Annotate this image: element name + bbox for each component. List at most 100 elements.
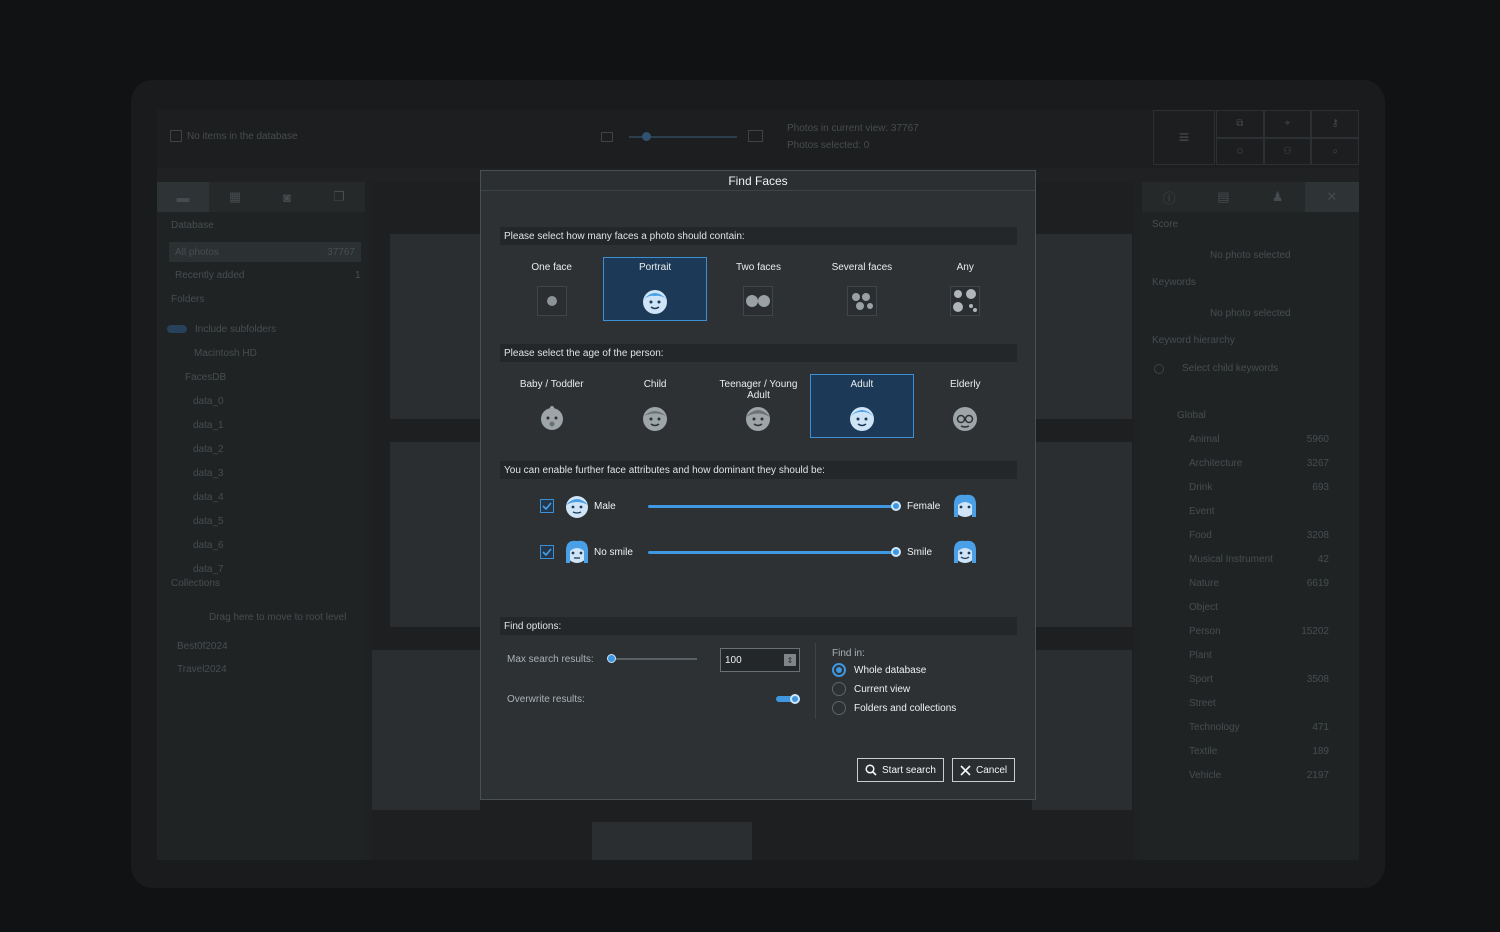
thumbnail[interactable] <box>390 234 480 419</box>
max-results-slider-track[interactable] <box>611 658 697 660</box>
whole-database-radio[interactable] <box>832 663 846 677</box>
zoom-knob[interactable] <box>642 132 651 141</box>
no-items-text: No items in the database <box>187 131 298 142</box>
keyword-item[interactable]: Nature <box>1189 578 1219 589</box>
edit-panel-button[interactable]: ≡ <box>1153 110 1215 165</box>
keyword-item[interactable]: Person <box>1189 626 1221 637</box>
folders-collections-radio[interactable] <box>832 701 846 715</box>
gender-slider-knob[interactable] <box>891 501 901 511</box>
max-results-input[interactable]: 100 ⇕ <box>720 648 800 672</box>
option-any[interactable]: Any <box>914 257 1017 321</box>
subfolder-item[interactable]: data_7 <box>193 564 224 575</box>
search-icon[interactable]: ⌕ <box>1311 137 1359 165</box>
option-two-faces[interactable]: Two faces <box>707 257 810 321</box>
location-icon[interactable]: ⌖ <box>1263 110 1312 138</box>
thumbnail[interactable] <box>592 822 752 860</box>
faces-folder[interactable]: FacesDB <box>185 372 226 383</box>
subfolder-item[interactable]: data_6 <box>193 540 224 551</box>
subfolder-item[interactable]: data_0 <box>193 396 224 407</box>
smile-slider-track[interactable] <box>648 551 896 554</box>
keyword-item[interactable]: Textile <box>1189 746 1217 757</box>
keyword-item[interactable]: Musical Instrument <box>1189 554 1273 565</box>
select-child-toggle[interactable] <box>1154 364 1164 374</box>
recently-added[interactable]: Recently added <box>175 270 245 281</box>
keyword-count: 2197 <box>1306 770 1329 781</box>
overwrite-toggle-knob[interactable] <box>790 694 800 704</box>
option-elderly[interactable]: Elderly <box>914 374 1017 438</box>
subfolder-item[interactable]: data_1 <box>193 420 224 431</box>
all-photos-row[interactable]: All photos 37767 <box>169 242 361 262</box>
gender-checkbox[interactable] <box>540 499 554 513</box>
stack-tab-icon[interactable]: ❐ <box>313 182 365 212</box>
subfolder-item[interactable]: data_2 <box>193 444 224 455</box>
keyword-item[interactable]: Architecture <box>1189 458 1242 469</box>
keyword-item[interactable]: Street <box>1189 698 1216 709</box>
info-tab-icon[interactable]: ⓘ <box>1142 182 1196 212</box>
all-photos-count: 37767 <box>327 247 355 258</box>
keyword-count: 42 <box>1317 554 1329 565</box>
keyword-item[interactable]: Drink <box>1189 482 1212 493</box>
collection-item[interactable]: Best0f2024 <box>177 641 228 652</box>
stepper-icon[interactable]: ⇕ <box>784 654 796 666</box>
option-label: Portrait <box>638 262 672 273</box>
max-results-slider-knob[interactable] <box>607 654 616 663</box>
people-icon[interactable]: ⚇ <box>1263 137 1312 165</box>
start-search-button[interactable]: Start search <box>857 758 944 782</box>
copy-icon[interactable]: ⧉ <box>1216 110 1264 138</box>
option-teenager[interactable]: Teenager / Young Adult <box>707 374 810 438</box>
keyword-item[interactable]: Vehicle <box>1189 770 1221 781</box>
attributes-section-header: You can enable further face attributes a… <box>500 461 1017 479</box>
left-tabs: ▬ ▦ ◙ ❐ <box>157 182 365 212</box>
key-icon[interactable]: ⚷ <box>1311 110 1359 138</box>
score-header[interactable]: Score <box>1152 219 1178 230</box>
keyword-item[interactable]: Technology <box>1189 722 1240 733</box>
thumbnail[interactable] <box>1032 650 1132 810</box>
gender-slider-track[interactable] <box>648 505 896 508</box>
collections-header[interactable]: Collections <box>171 578 220 589</box>
person-tab-icon[interactable]: ♟ <box>1251 182 1305 212</box>
subfolder-item[interactable]: data_5 <box>193 516 224 527</box>
option-several-faces[interactable]: Several faces <box>810 257 913 321</box>
thumbnail[interactable] <box>1032 234 1132 419</box>
folder-tab-icon[interactable]: ▬ <box>157 182 209 212</box>
thumbnail[interactable] <box>1032 442 1132 627</box>
keyword-item[interactable]: Food <box>1189 530 1212 541</box>
keyword-item[interactable]: Plant <box>1189 650 1212 661</box>
option-label: Baby / Toddler <box>519 379 584 390</box>
select-child-label: Select child keywords <box>1182 363 1279 374</box>
option-label: Several faces <box>831 262 893 273</box>
keyword-item[interactable]: Animal <box>1189 434 1220 445</box>
thumbnail[interactable] <box>372 650 480 810</box>
teenager-face-icon <box>743 403 773 433</box>
keyword-item[interactable]: Object <box>1189 602 1218 613</box>
keywords-header[interactable]: Keywords <box>1152 277 1196 288</box>
metadata-tab-icon[interactable]: ▤ <box>1196 182 1250 212</box>
database-header[interactable]: Database <box>171 220 214 231</box>
keyword-item[interactable]: Sport <box>1189 674 1213 685</box>
option-baby[interactable]: Baby / Toddler <box>500 374 603 438</box>
include-subfolders-toggle[interactable] <box>167 325 187 333</box>
cancel-button[interactable]: Cancel <box>952 758 1016 782</box>
collection-item[interactable]: Travel2024 <box>177 664 227 675</box>
thumbnail[interactable] <box>390 442 480 627</box>
smile-slider-knob[interactable] <box>891 547 901 557</box>
no-photo-text: No photo selected <box>1210 250 1291 261</box>
option-portrait[interactable]: Portrait <box>603 257 707 321</box>
smile-checkbox[interactable] <box>540 545 554 559</box>
people-tab-icon[interactable]: ▦ <box>209 182 261 212</box>
option-one-face[interactable]: One face <box>500 257 603 321</box>
option-child[interactable]: Child <box>603 374 706 438</box>
face-icon[interactable]: ☺ <box>1216 137 1264 165</box>
faces-tab-icon[interactable]: ✕ <box>1304 182 1359 212</box>
subfolder-item[interactable]: data_3 <box>193 468 224 479</box>
male-label: Male <box>594 501 616 512</box>
folders-header[interactable]: Folders <box>171 294 204 305</box>
camera-tab-icon[interactable]: ◙ <box>261 182 313 212</box>
macintosh-hd[interactable]: Macintosh HD <box>194 348 257 359</box>
current-view-radio[interactable] <box>832 682 846 696</box>
keyword-count: 3267 <box>1306 458 1329 469</box>
subfolder-item[interactable]: data_4 <box>193 492 224 503</box>
keyword-item[interactable]: Event <box>1189 506 1215 517</box>
hierarchy-header[interactable]: Keyword hierarchy <box>1152 335 1235 346</box>
option-adult[interactable]: Adult <box>810 374 914 438</box>
